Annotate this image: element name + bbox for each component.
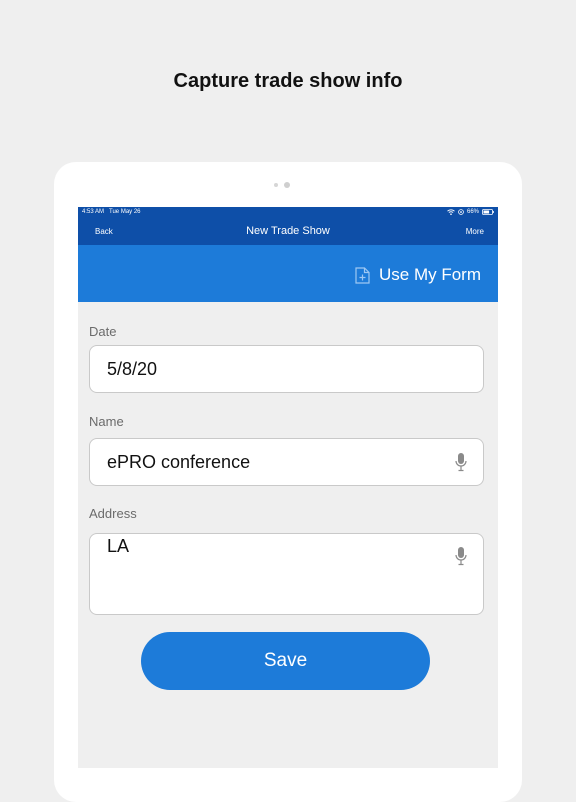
address-value: LA	[107, 536, 130, 556]
wifi-icon	[447, 209, 455, 215]
battery-percent: 66%	[466, 209, 479, 215]
use-my-form-button[interactable]: Use My Form	[355, 265, 481, 285]
microphone-icon[interactable]	[455, 546, 467, 566]
status-time-date: 4:53 AM Tue May 26	[82, 209, 141, 215]
status-date: Tue May 26	[109, 209, 141, 215]
sensor-dot	[274, 183, 278, 187]
use-my-form-label: Use My Form	[379, 265, 481, 284]
name-label: Name	[89, 414, 124, 429]
battery-icon	[482, 209, 494, 215]
camera-dots	[274, 182, 290, 188]
date-value: 5/8/20	[107, 359, 158, 379]
page-headline: Capture trade show info	[173, 70, 403, 92]
more-button[interactable]: More	[466, 227, 484, 236]
name-field[interactable]: ePRO conference	[89, 438, 484, 486]
add-document-icon	[355, 266, 370, 284]
nav-title: New Trade Show	[246, 225, 330, 237]
camera-dot	[284, 182, 290, 188]
status-indicators: 66%	[447, 209, 494, 215]
address-field[interactable]: LA	[89, 533, 484, 615]
form-banner: Use My Form	[78, 245, 498, 302]
orientation-lock-icon	[458, 209, 464, 215]
app-screen: 4:53 AM Tue May 26 66% Back New Trade Sh…	[78, 207, 498, 768]
status-bar: 4:53 AM Tue May 26 66%	[78, 207, 498, 218]
date-field[interactable]: 5/8/20	[89, 345, 484, 393]
save-button[interactable]: Save	[141, 632, 430, 690]
navigation-bar: Back New Trade Show More	[78, 218, 498, 245]
name-value: ePRO conference	[107, 452, 251, 472]
address-label: Address	[89, 506, 137, 521]
status-time: 4:53 AM	[82, 209, 105, 215]
date-label: Date	[89, 324, 117, 339]
microphone-icon[interactable]	[455, 452, 467, 472]
